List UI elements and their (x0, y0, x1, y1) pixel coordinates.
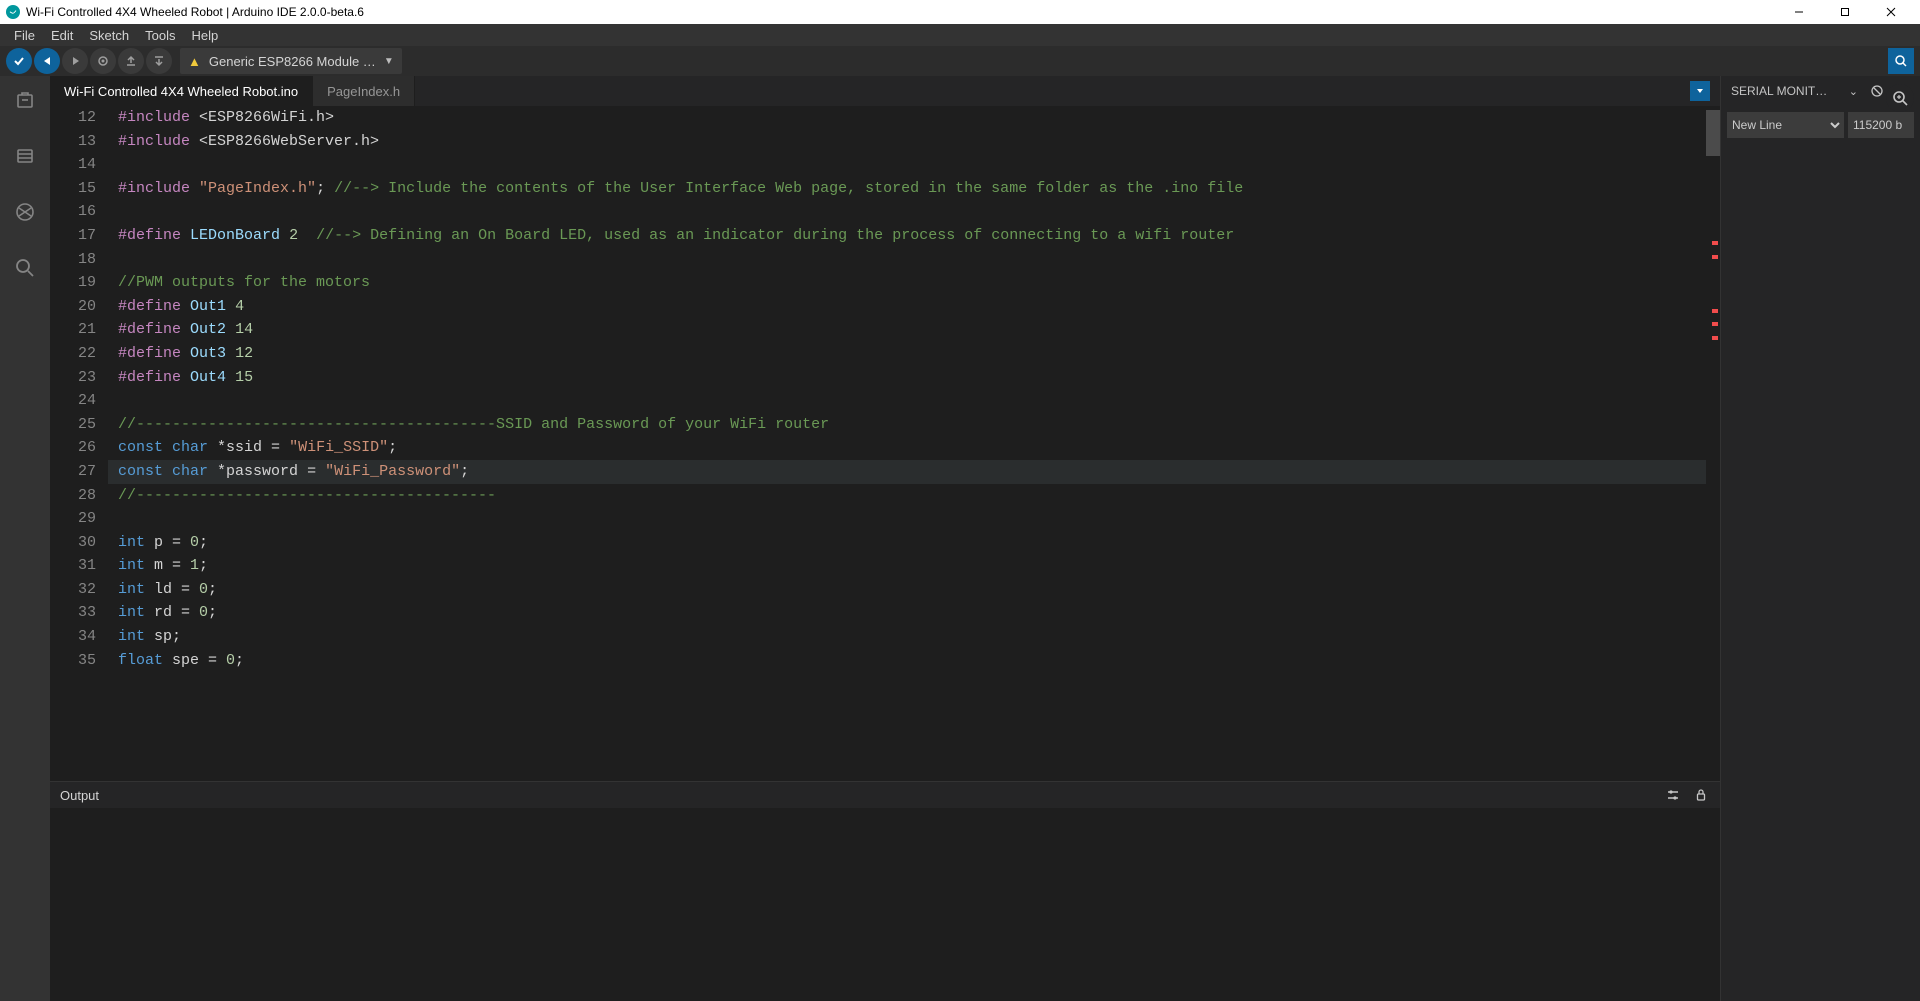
code-line[interactable]: const char *password = "WiFi_Password"; (108, 460, 1706, 484)
serial-plotter-button[interactable] (1888, 48, 1914, 74)
output-body (50, 808, 1720, 1001)
baud-input[interactable] (1848, 112, 1914, 138)
line-gutter: 1213141516171819202122232425262728293031… (50, 106, 108, 781)
menu-help[interactable]: Help (183, 26, 226, 45)
code-line[interactable] (108, 248, 1706, 272)
output-lock-icon[interactable] (1692, 786, 1710, 804)
code-line[interactable]: int p = 0; (108, 531, 1706, 555)
error-marker[interactable] (1712, 322, 1718, 326)
new-sketch-button[interactable] (90, 48, 116, 74)
collapse-icon[interactable]: ⌄ (1849, 85, 1858, 98)
code-line[interactable]: float spe = 0; (108, 649, 1706, 673)
verify-button[interactable] (6, 48, 32, 74)
error-marker[interactable] (1712, 336, 1718, 340)
code-line[interactable]: const char *ssid = "WiFi_SSID"; (108, 436, 1706, 460)
chevron-down-icon: ▼ (384, 56, 394, 67)
open-button[interactable] (118, 48, 144, 74)
clear-icon[interactable] (1870, 84, 1884, 98)
code-line[interactable]: #define Out1 4 (108, 295, 1706, 319)
line-ending-select[interactable]: New Line (1727, 112, 1844, 138)
menu-tools[interactable]: Tools (137, 26, 183, 45)
minimap[interactable] (1706, 106, 1720, 781)
upload-button[interactable] (34, 48, 60, 74)
error-marker[interactable] (1712, 241, 1718, 245)
library-manager-icon[interactable] (11, 198, 39, 226)
code-line[interactable]: //PWM outputs for the motors (108, 271, 1706, 295)
error-marker[interactable] (1712, 309, 1718, 313)
tab-menu-button[interactable] (1690, 81, 1710, 101)
warning-icon: ▲ (188, 54, 201, 69)
output-label: Output (60, 788, 99, 803)
maximize-button[interactable] (1822, 0, 1868, 24)
debug-button[interactable] (62, 48, 88, 74)
output-settings-icon[interactable] (1664, 786, 1682, 804)
code-line[interactable]: #include <ESP8266WebServer.h> (108, 130, 1706, 154)
menu-sketch[interactable]: Sketch (81, 26, 137, 45)
code-area[interactable]: #include <ESP8266WiFi.h>#include <ESP826… (108, 106, 1706, 781)
board-name: Generic ESP8266 Module … (209, 54, 376, 69)
error-marker[interactable] (1712, 255, 1718, 259)
code-editor[interactable]: 1213141516171819202122232425262728293031… (50, 106, 1720, 781)
titlebar: Wi-Fi Controlled 4X4 Wheeled Robot | Ard… (0, 0, 1920, 24)
code-line[interactable] (108, 153, 1706, 177)
code-line[interactable] (108, 200, 1706, 224)
code-line[interactable]: #define Out4 15 (108, 366, 1706, 390)
code-line[interactable]: #define Out3 12 (108, 342, 1706, 366)
serial-monitor-panel: SERIAL MONIT… ⌄ New Line (1720, 76, 1920, 1001)
window-title: Wi-Fi Controlled 4X4 Wheeled Robot | Ard… (26, 5, 364, 19)
editor-tabs: Wi-Fi Controlled 4X4 Wheeled Robot.ino P… (50, 76, 1720, 106)
sketchbook-icon[interactable] (11, 86, 39, 114)
code-line[interactable]: int rd = 0; (108, 601, 1706, 625)
minimize-button[interactable] (1776, 0, 1822, 24)
boards-manager-icon[interactable] (11, 142, 39, 170)
menu-edit[interactable]: Edit (43, 26, 81, 45)
menubar: File Edit Sketch Tools Help (0, 24, 1920, 46)
code-line[interactable]: int sp; (108, 625, 1706, 649)
search-icon[interactable] (11, 254, 39, 282)
code-line[interactable]: //--------------------------------------… (108, 413, 1706, 437)
code-line[interactable]: int ld = 0; (108, 578, 1706, 602)
zoom-icon[interactable] (1886, 84, 1914, 112)
board-selector[interactable]: ▲ Generic ESP8266 Module … ▼ (180, 48, 402, 74)
save-button[interactable] (146, 48, 172, 74)
minimap-thumb[interactable] (1706, 110, 1720, 156)
close-button[interactable] (1868, 0, 1914, 24)
output-panel: Output (50, 781, 1720, 1001)
code-line[interactable]: #include <ESP8266WiFi.h> (108, 106, 1706, 130)
tab-pageindex[interactable]: PageIndex.h (313, 76, 415, 106)
code-line[interactable]: #define LEDonBoard 2 //--> Defining an O… (108, 224, 1706, 248)
code-line[interactable]: int m = 1; (108, 554, 1706, 578)
toolbar: ▲ Generic ESP8266 Module … ▼ (0, 46, 1920, 76)
serial-panel-title: SERIAL MONIT… (1731, 84, 1837, 98)
code-line[interactable]: #define Out2 14 (108, 318, 1706, 342)
code-line[interactable]: //--------------------------------------… (108, 484, 1706, 508)
tab-main-sketch[interactable]: Wi-Fi Controlled 4X4 Wheeled Robot.ino (50, 76, 313, 106)
code-line[interactable]: #include "PageIndex.h"; //--> Include th… (108, 177, 1706, 201)
code-line[interactable] (108, 389, 1706, 413)
code-line[interactable] (108, 507, 1706, 531)
menu-file[interactable]: File (6, 26, 43, 45)
app-logo-icon (6, 5, 20, 19)
activity-bar (0, 76, 50, 1001)
